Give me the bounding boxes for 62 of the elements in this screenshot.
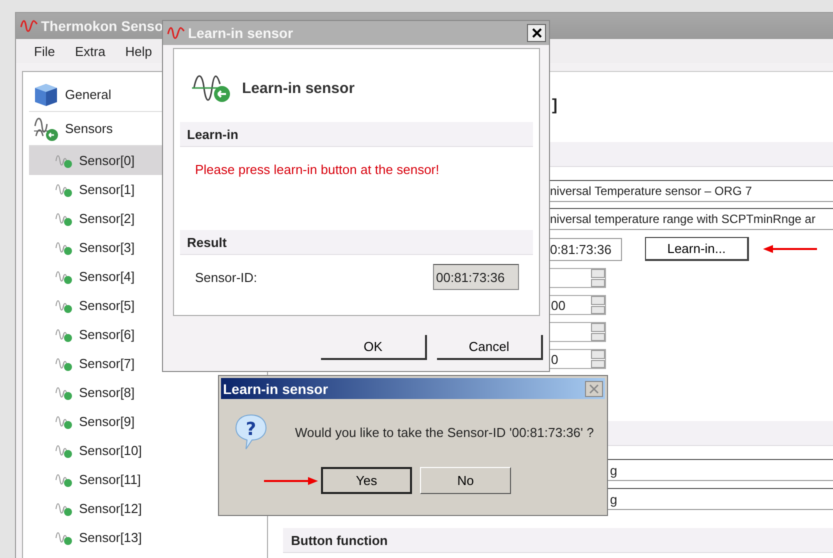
spin-buttons[interactable] xyxy=(591,323,605,341)
learn-in-button[interactable]: Learn-in... xyxy=(645,237,749,261)
input-field[interactable]: g xyxy=(608,488,833,510)
dialog-button[interactable]: No xyxy=(420,467,511,494)
spin-buttons[interactable] xyxy=(591,350,605,368)
section-header: Learn-in xyxy=(180,122,533,147)
sensor-icon xyxy=(55,414,73,430)
sensor-icon xyxy=(55,472,73,488)
sensor-icon xyxy=(55,326,73,342)
section-header: Result xyxy=(180,230,533,255)
spin-field[interactable] xyxy=(548,268,606,288)
confirm-message: Would you like to take the Sensor-ID '00:81:73:36' ? xyxy=(295,424,594,440)
menu-item[interactable]: Extra xyxy=(74,44,106,58)
sidebar-item[interactable]: Sensor[7] xyxy=(29,349,267,378)
sidebar-item[interactable]: Sensor[2] xyxy=(29,204,267,233)
sensor-icon xyxy=(55,384,73,400)
sidebar-item[interactable]: Sensor[12] xyxy=(29,494,267,523)
spin-field[interactable]: 0 xyxy=(548,349,606,369)
sensor-icon xyxy=(55,210,73,226)
close-icon xyxy=(589,384,599,394)
spin-field[interactable] xyxy=(548,322,606,342)
window-title: Thermokon Senso xyxy=(41,18,164,34)
dialog-button[interactable]: OK xyxy=(321,335,427,360)
pointer-arrow xyxy=(763,244,817,254)
sensor-icon xyxy=(55,152,73,168)
spin-buttons[interactable] xyxy=(591,296,605,314)
input-field[interactable]: g xyxy=(608,459,833,481)
cube-icon xyxy=(33,82,59,108)
spin-field[interactable]: 00 xyxy=(548,295,606,315)
wave-icon xyxy=(20,18,38,34)
question-icon: ? xyxy=(235,413,267,451)
dialog-title: Learn-in sensor xyxy=(223,380,328,396)
wave-icon xyxy=(167,25,185,41)
section-header: Button function xyxy=(283,528,833,553)
menu-item[interactable]: Help xyxy=(125,44,152,58)
close-icon xyxy=(532,28,542,38)
dialog-title: Learn-in sensor xyxy=(188,25,294,41)
sidebar-item[interactable]: Sensor[6] xyxy=(29,320,267,349)
sensor-group-icon xyxy=(33,116,59,142)
sensor-id-field: 00:81:73:36 xyxy=(433,264,519,290)
close-button[interactable] xyxy=(527,24,546,42)
sensor-icon xyxy=(55,268,73,284)
dialog-button[interactable]: Yes xyxy=(321,467,412,494)
sensor-icon xyxy=(55,240,73,256)
input-field[interactable]: 0:81:73:36 xyxy=(548,238,622,260)
pointer-arrow xyxy=(264,476,318,486)
sensor-icon xyxy=(55,182,73,198)
field-label: Sensor-ID: xyxy=(195,270,258,284)
spin-buttons[interactable] xyxy=(591,269,605,287)
sensor-icon xyxy=(55,442,73,458)
sensor-icon xyxy=(55,530,73,546)
dialog-button[interactable]: Cancel xyxy=(437,335,543,360)
input-field[interactable]: niversal Temperature sensor – ORG 7 xyxy=(548,180,833,202)
sidebar-item[interactable]: Sensor[11] xyxy=(29,465,267,494)
page-heading: ] xyxy=(552,96,558,116)
sensor-icon xyxy=(55,356,73,372)
sidebar-item[interactable]: Sensor[13] xyxy=(29,523,267,552)
sidebar-item[interactable]: Sensor[5] xyxy=(29,291,267,320)
sensor-icon xyxy=(55,298,73,314)
menu-item[interactable]: File xyxy=(34,44,55,58)
input-field[interactable]: niversal temperature range with SCPTminRnge ar xyxy=(548,208,833,230)
sensor-icon xyxy=(55,500,73,516)
